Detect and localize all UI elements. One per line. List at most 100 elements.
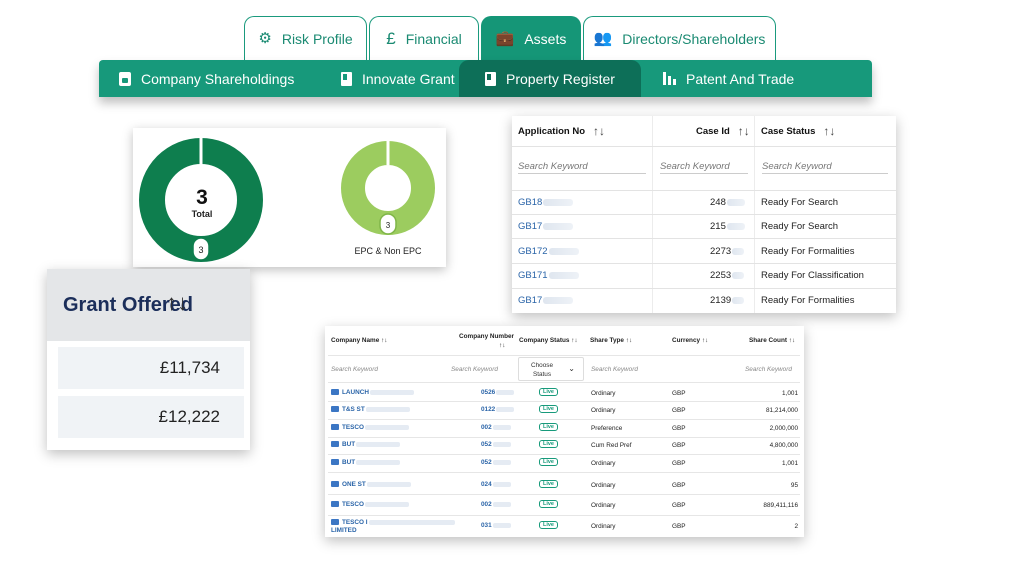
header-share-type[interactable]: Share Type ↑↓ (590, 337, 632, 344)
status-badge: Live (539, 423, 558, 431)
search-case-status[interactable]: Search Keyword (762, 160, 888, 174)
company-number-cell[interactable]: 002 (481, 424, 511, 431)
company-name-cell[interactable]: BUT (331, 459, 401, 466)
grant-header: Grant Offered (47, 269, 250, 341)
search-company-number[interactable]: Search Keyword (451, 366, 498, 373)
share-type-cell: Ordinary (591, 502, 616, 509)
header-label: Case Status (761, 125, 816, 137)
company-name-cell[interactable]: TESCO (331, 501, 410, 508)
header-label: Application No (518, 125, 586, 137)
company-number[interactable]: 031 (481, 522, 492, 529)
application-link[interactable]: GB171 (518, 270, 548, 281)
table-row[interactable]: GB171 (518, 268, 579, 282)
donut-total-value: 3 (196, 186, 208, 209)
header-share-count[interactable]: Share Count ↑↓ (749, 337, 795, 344)
currency-cell: GBP (672, 460, 686, 467)
company-link[interactable]: BUT (342, 441, 355, 448)
search-case-id[interactable]: Search Keyword (660, 160, 748, 174)
company-number-cell[interactable]: 052 (481, 459, 511, 466)
tab-directors-shareholders[interactable]: 👥 Directors/Shareholders (583, 16, 776, 60)
grant-sort-icon[interactable]: ↑↓ (166, 290, 188, 316)
company-number-cell[interactable]: 0526 (481, 389, 515, 396)
company-number[interactable]: 052 (481, 441, 492, 448)
row-divider (328, 437, 800, 438)
table-row[interactable]: GB17 (518, 219, 574, 233)
case-id: 2273 (710, 245, 732, 257)
company-number[interactable]: 0122 (481, 406, 495, 413)
search-company-name[interactable]: Search Keyword (331, 366, 378, 373)
company-link[interactable]: T&S ST (342, 406, 365, 413)
table-row[interactable]: GB172 (518, 244, 579, 258)
header-company-number[interactable]: Company Number (459, 333, 514, 340)
sort-icon[interactable]: ↑↓ (593, 124, 605, 138)
company-number[interactable]: 002 (481, 501, 492, 508)
application-link[interactable]: GB172 (518, 246, 548, 257)
company-link[interactable]: TESCO I (342, 519, 368, 526)
sort-icon[interactable]: ↑↓ (571, 337, 577, 344)
header-case-id[interactable]: Case Id ↑↓ (696, 124, 750, 138)
redacted-text (732, 296, 745, 304)
status-badge: Live (539, 405, 558, 413)
status-badge: Live (539, 388, 558, 396)
company-name-cell[interactable]: T&S ST (331, 406, 410, 413)
table-row[interactable]: GB17 (518, 293, 574, 307)
subtab-company-shareholdings[interactable]: Company Shareholdings (99, 60, 321, 97)
sort-icon[interactable]: ↑↓ (499, 342, 505, 349)
search-share-type[interactable]: Search Keyword (591, 366, 638, 373)
company-number[interactable]: 0526 (481, 389, 495, 396)
company-name-cell[interactable]: TESCO I (331, 519, 455, 526)
company-number-cell[interactable]: 024 (481, 481, 511, 488)
company-link[interactable]: BUT (342, 459, 355, 466)
company-name-cell[interactable]: LAUNCH (331, 389, 414, 396)
header-company-name[interactable]: Company Name ↑↓ (331, 337, 387, 344)
header-application-no[interactable]: Application No ↑↓ (518, 124, 605, 138)
sort-icon[interactable]: ↑↓ (626, 337, 632, 344)
header-currency[interactable]: Currency ↑↓ (672, 337, 708, 344)
subtab-innovate-grant[interactable]: Innovate Grant (321, 60, 459, 97)
company-name-cell[interactable]: ONE ST (331, 481, 411, 488)
sort-icon[interactable]: ↑↓ (381, 337, 387, 344)
tab-risk-profile[interactable]: ⚙ Risk Profile (244, 16, 367, 60)
search-share-count[interactable]: Search Keyword (745, 366, 792, 373)
search-application-no[interactable]: Search Keyword (518, 160, 646, 174)
table-row[interactable]: GB18 (518, 195, 574, 209)
company-link[interactable]: TESCO (342, 424, 364, 431)
company-name-cell[interactable]: BUT (331, 441, 401, 448)
sort-icon[interactable]: ↑↓ (823, 124, 835, 138)
company-number[interactable]: 002 (481, 424, 492, 431)
company-number-cell[interactable]: 031 (481, 522, 511, 529)
application-link[interactable]: GB17 (518, 221, 542, 232)
sort-icon[interactable]: ↑↓ (738, 124, 750, 138)
sort-icon[interactable]: ↑↓ (789, 337, 795, 344)
company-number[interactable]: 024 (481, 481, 492, 488)
tab-label: Financial (405, 30, 462, 47)
header-case-status[interactable]: Case Status ↑↓ (761, 124, 835, 138)
tab-assets[interactable]: 💼 Assets (481, 16, 581, 60)
company-link[interactable]: ONE ST (342, 481, 366, 488)
redacted-text (365, 424, 410, 430)
company-link[interactable]: LAUNCH (342, 389, 369, 396)
company-number-cell[interactable]: 002 (481, 501, 511, 508)
company-number-cell[interactable]: 052 (481, 441, 511, 448)
share-count-cell: 2 (794, 523, 798, 530)
sort-icon[interactable]: ↑↓ (702, 337, 708, 344)
tab-financial[interactable]: £ Financial (369, 16, 479, 60)
share-type-cell: Preference (591, 425, 623, 432)
subtab-property-register[interactable]: Property Register (459, 60, 641, 97)
company-number-cell[interactable]: 0122 (481, 406, 515, 413)
company-name-line2[interactable]: LIMITED (331, 527, 357, 534)
case-id-cell: 248 (710, 195, 745, 209)
company-number[interactable]: 052 (481, 459, 492, 466)
company-link[interactable]: TESCO (342, 501, 364, 508)
subtab-patent-and-trade[interactable]: Patent And Trade (641, 60, 801, 97)
application-link[interactable]: GB18 (518, 197, 542, 208)
header-company-status[interactable]: Company Status ↑↓ (519, 337, 578, 344)
status-select[interactable]: Choose Status ⌄ (518, 357, 584, 381)
company-name-cell[interactable]: TESCO (331, 424, 410, 431)
redacted-text (726, 222, 745, 230)
book-icon (485, 71, 496, 86)
application-link[interactable]: GB17 (518, 295, 542, 306)
currency-cell: GBP (672, 407, 686, 414)
currency-cell: GBP (672, 425, 686, 432)
redacted-text (492, 441, 511, 447)
